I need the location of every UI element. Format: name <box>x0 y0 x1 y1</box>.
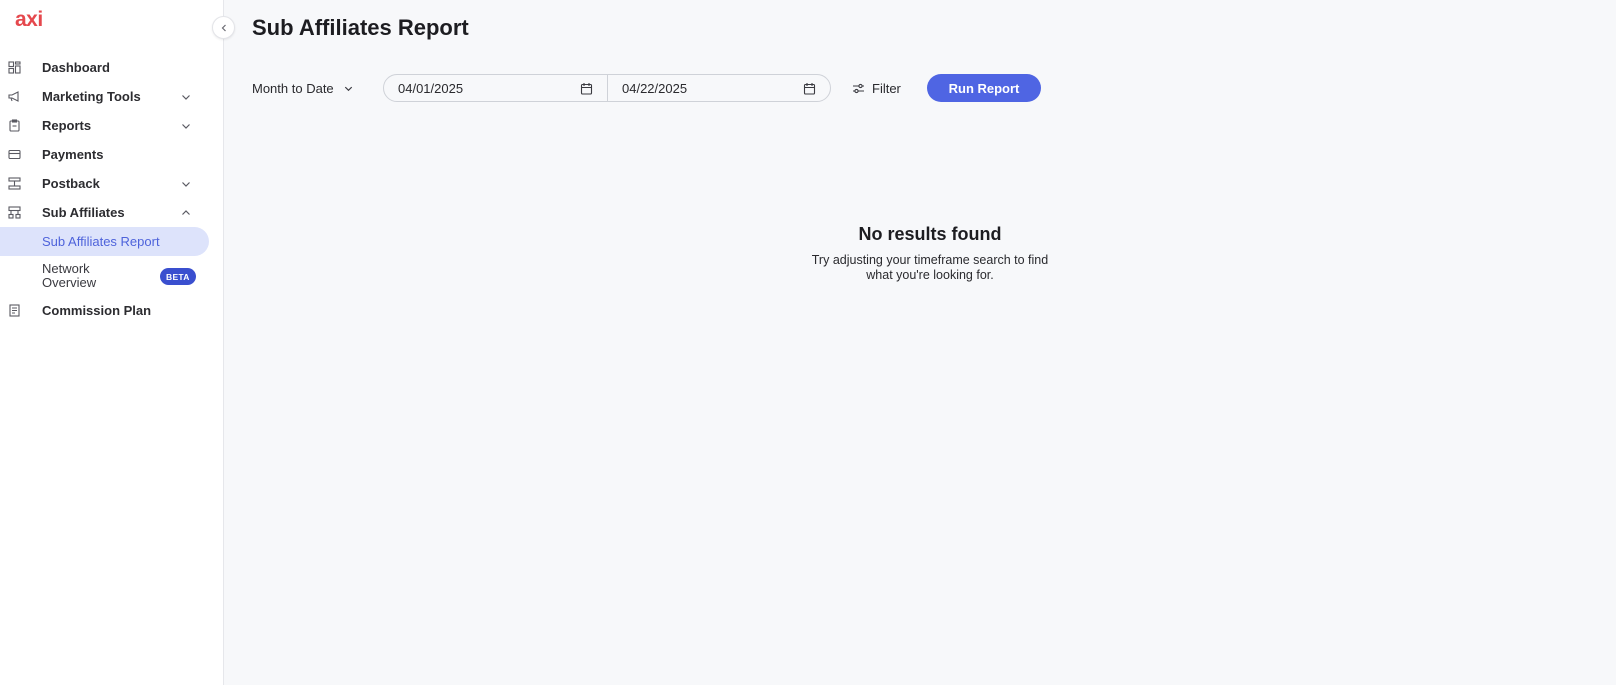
calendar-icon[interactable] <box>803 82 816 95</box>
clipboard-icon <box>9 119 20 132</box>
sidebar-item-label: Postback <box>42 176 100 191</box>
sidebar-item-commission-plan[interactable]: Commission Plan <box>0 296 224 325</box>
page-title: Sub Affiliates Report <box>252 15 469 40</box>
calendar-icon[interactable] <box>580 82 593 95</box>
sliders-icon <box>853 83 864 93</box>
chevron-down-icon[interactable] <box>180 120 192 132</box>
date-range-select[interactable]: Month to Date <box>252 74 354 102</box>
sidebar-subitem-label: Sub Affiliates Report <box>42 234 160 249</box>
document-icon <box>9 304 20 317</box>
axi-logo[interactable]: axi <box>15 8 43 32</box>
sidebar-item-label: Marketing Tools <box>42 89 141 104</box>
chevron-down-icon[interactable] <box>180 91 192 103</box>
empty-state-title: No results found <box>858 224 1002 244</box>
sidebar-item-label: Commission Plan <box>42 303 152 318</box>
sidebar-collapse-button[interactable] <box>212 16 235 39</box>
hierarchy-icon <box>8 206 21 219</box>
sidebar-item-label: Reports <box>42 118 92 133</box>
end-date-field[interactable] <box>607 75 830 101</box>
sidebar-item-marketing-tools[interactable]: Marketing Tools <box>0 82 224 111</box>
sidebar: axi Dashboard Marketing Tools Reports Pa… <box>0 0 224 685</box>
sidebar-item-postback[interactable]: Postback <box>0 169 224 198</box>
sidebar-subitem-sub-affiliates-report[interactable]: Sub Affiliates Report <box>0 227 209 256</box>
empty-state: No results found Try adjusting your time… <box>780 224 1080 283</box>
sidebar-item-label: Sub Affiliates <box>42 205 125 220</box>
run-report-button[interactable]: Run Report <box>927 74 1041 102</box>
empty-state-text: Try adjusting your timeframe search to f… <box>811 253 1049 282</box>
chevron-down-icon[interactable] <box>180 178 192 190</box>
filter-label: Filter <box>872 80 901 96</box>
sidebar-item-sub-affiliates[interactable]: Sub Affiliates <box>0 198 224 227</box>
beta-badge: BETA <box>160 268 196 285</box>
sidebar-subitem-label: Network Overview <box>42 261 97 290</box>
dashboard-icon <box>8 61 21 74</box>
sidebar-nav: Dashboard Marketing Tools Reports Paymen… <box>0 53 224 325</box>
megaphone-icon <box>8 91 19 102</box>
postback-icon <box>8 177 21 190</box>
end-date-input[interactable] <box>622 80 772 96</box>
filter-button[interactable]: Filter <box>852 74 901 102</box>
date-range-value: Month to Date <box>252 80 334 96</box>
sidebar-subitem-network-overview[interactable]: Network Overview BETA <box>0 256 224 296</box>
credit-card-icon <box>8 149 21 160</box>
sidebar-item-label: Payments <box>42 147 104 162</box>
sidebar-item-dashboard[interactable]: Dashboard <box>0 53 224 82</box>
chevron-up-icon[interactable] <box>180 207 192 219</box>
start-date-input[interactable] <box>398 80 548 96</box>
sidebar-item-label: Dashboard <box>42 60 110 75</box>
chevron-down-icon <box>344 86 352 91</box>
chevron-left-icon <box>221 24 226 31</box>
date-range-inputs <box>383 74 831 102</box>
sidebar-item-reports[interactable]: Reports <box>0 111 224 140</box>
sidebar-item-payments[interactable]: Payments <box>0 140 224 169</box>
start-date-field[interactable] <box>384 75 607 101</box>
report-toolbar: Month to Date Filter Run Report <box>252 74 1052 102</box>
